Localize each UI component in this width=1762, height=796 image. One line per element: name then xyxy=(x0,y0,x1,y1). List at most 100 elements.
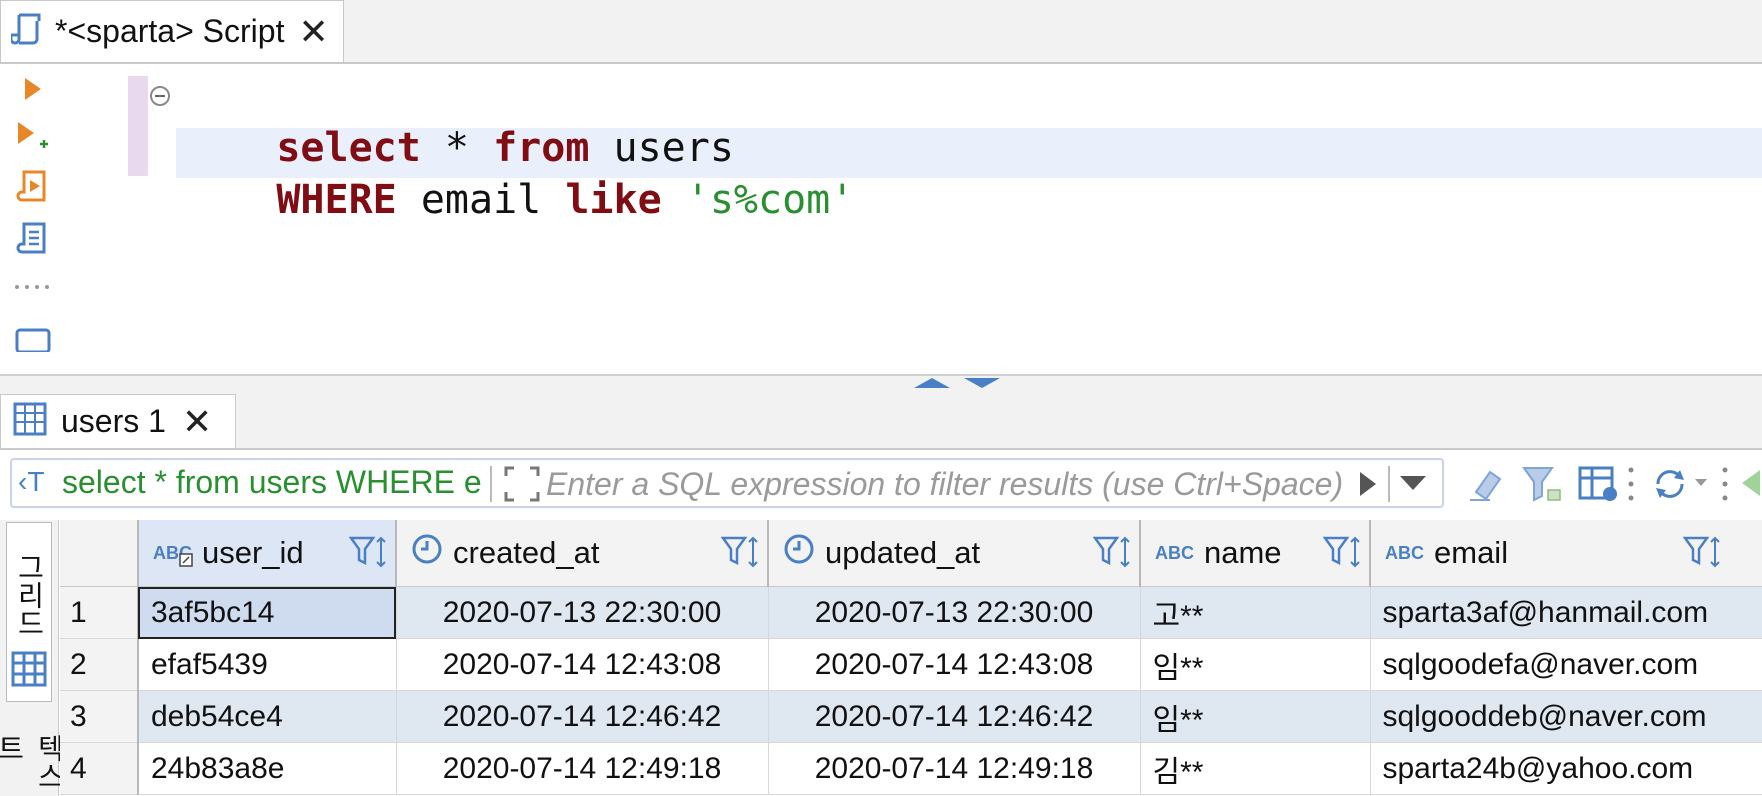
column-header-updated-at[interactable]: updated_at xyxy=(768,520,1141,587)
tab-results[interactable]: users 1 ✕ xyxy=(0,394,236,448)
cell-updated-at[interactable]: 2020-07-14 12:46:42 xyxy=(768,690,1141,743)
execute-statement-icon[interactable] xyxy=(8,66,58,112)
cell-updated-at[interactable]: 2020-07-14 12:49:18 xyxy=(768,742,1141,795)
refresh-icon[interactable] xyxy=(1650,464,1690,504)
execute-in-new-tab-icon[interactable] xyxy=(8,114,58,160)
cell-user-id[interactable]: efaf5439 xyxy=(138,638,397,691)
cell-email[interactable]: sqlgoodefa@naver.com xyxy=(1370,638,1762,691)
string-type-icon: ABC xyxy=(1385,542,1424,563)
more-vertical-icon[interactable] xyxy=(1628,466,1634,502)
column-email: email xyxy=(396,177,566,223)
table-row[interactable]: 4 24b83a8e 2020-07-14 12:49:18 2020-07-1… xyxy=(60,742,1762,795)
fold-icon[interactable] xyxy=(150,86,170,106)
cell-name[interactable]: 고** xyxy=(1140,586,1371,639)
column-filter-sort-icon[interactable] xyxy=(1682,534,1723,578)
eraser-icon[interactable] xyxy=(1466,464,1506,504)
editor-tab-bar: *<sparta> Script ✕ xyxy=(0,0,1762,64)
cell-created-at[interactable]: 2020-07-14 12:49:18 xyxy=(396,742,769,795)
tab-script[interactable]: *<sparta> Script ✕ xyxy=(0,0,344,62)
string-literal: 's%com' xyxy=(661,177,855,223)
row-number[interactable]: 2 xyxy=(60,638,139,691)
filter-input[interactable] xyxy=(544,462,1348,506)
column-header-created-at[interactable]: created_at xyxy=(396,520,769,587)
column-filter-sort-icon[interactable] xyxy=(348,534,389,578)
column-filter-sort-icon[interactable] xyxy=(1092,534,1133,578)
cell-created-at[interactable]: 2020-07-14 12:46:42 xyxy=(396,690,769,743)
text-cursor-icon: ‹T xyxy=(18,466,45,497)
cell-name[interactable]: 김** xyxy=(1140,742,1371,795)
cell-updated-at[interactable]: 2020-07-14 12:43:08 xyxy=(768,638,1141,691)
tab-text-view[interactable]: 텍스트 xyxy=(0,730,65,796)
code-line-2[interactable]: WHERE email like 's%com' xyxy=(180,128,854,272)
table-row[interactable]: 3 deb54ce4 2020-07-14 12:46:42 2020-07-1… xyxy=(60,690,1762,743)
chevron-down-icon[interactable] xyxy=(1398,474,1428,499)
chevron-down-icon[interactable] xyxy=(1694,478,1708,488)
cell-created-at[interactable]: 2020-07-14 12:43:08 xyxy=(396,638,769,691)
table-settings-icon[interactable] xyxy=(1578,464,1620,504)
column-name: name xyxy=(1204,535,1282,570)
clock-icon xyxy=(783,533,815,573)
sql-editor[interactable]: select * from users WHERE email like 's%… xyxy=(0,64,1762,374)
script-icon xyxy=(9,11,45,52)
column-name: created_at xyxy=(453,535,600,570)
results-table: ABC user_id created_at updated_at ABC na… xyxy=(60,520,1762,795)
filter-settings-icon[interactable] xyxy=(1522,464,1562,504)
row-number[interactable]: 4 xyxy=(60,742,139,795)
close-icon[interactable]: ✕ xyxy=(298,11,328,53)
cell-user-id[interactable]: 3af5bc14 xyxy=(138,586,397,639)
more-vertical-icon[interactable] xyxy=(1722,466,1728,502)
play-icon[interactable] xyxy=(1358,470,1378,503)
column-filter-sort-icon[interactable] xyxy=(720,534,761,578)
keyword-where: WHERE xyxy=(276,177,397,223)
panel-splitter[interactable] xyxy=(0,374,1762,394)
clock-icon xyxy=(411,533,443,573)
cell-user-id[interactable]: 24b83a8e xyxy=(138,742,397,795)
cell-user-id[interactable]: deb54ce4 xyxy=(138,690,397,743)
expand-icon[interactable] xyxy=(502,464,542,506)
tab-script-title: *<sparta> Script xyxy=(55,13,285,49)
header-row: ABC user_id created_at updated_at ABC na… xyxy=(60,520,1762,587)
filter-bar: ‹T select * from users WHERE email like … xyxy=(10,458,1444,508)
results-grid[interactable]: ABC user_id created_at updated_at ABC na… xyxy=(60,520,1762,796)
cell-updated-at[interactable]: 2020-07-13 22:30:00 xyxy=(768,586,1141,639)
tab-text-label: 텍스트 xyxy=(0,734,65,790)
terminal-icon[interactable] xyxy=(8,314,58,360)
cell-created-at[interactable]: 2020-07-13 22:30:00 xyxy=(396,586,769,639)
row-number[interactable]: 3 xyxy=(60,690,139,743)
arrow-left-icon[interactable] xyxy=(1738,468,1762,498)
key-icon xyxy=(179,552,193,567)
column-name: email xyxy=(1434,535,1509,570)
cell-email[interactable]: sqlgooddeb@naver.com xyxy=(1370,690,1762,743)
more-icon[interactable] xyxy=(8,264,58,310)
keyword-like: like xyxy=(565,177,662,223)
table-row[interactable]: 1 3af5bc14 2020-07-13 22:30:00 2020-07-1… xyxy=(60,586,1762,639)
result-tab-bar: users 1 ✕ xyxy=(0,392,1762,450)
column-filter-sort-icon[interactable] xyxy=(1322,534,1363,578)
string-type-icon: ABC xyxy=(153,543,193,567)
cell-name[interactable]: 임** xyxy=(1140,638,1371,691)
separator xyxy=(490,466,492,502)
query-preview[interactable]: select * from users WHERE email like 's%… xyxy=(62,464,482,501)
results-toolbar: ‹T select * from users WHERE email like … xyxy=(0,450,1762,520)
table-icon xyxy=(13,402,47,441)
close-icon[interactable]: ✕ xyxy=(182,401,212,443)
table-row[interactable]: 2 efaf5439 2020-07-14 12:43:08 2020-07-1… xyxy=(60,638,1762,691)
string-type-icon: ABC xyxy=(1155,542,1194,563)
column-header-email[interactable]: ABC email xyxy=(1370,520,1762,587)
grid-icon xyxy=(11,651,47,692)
tab-grid-view[interactable]: 그리드 xyxy=(6,522,52,702)
explain-plan-icon[interactable] xyxy=(8,216,58,262)
execute-script-icon[interactable] xyxy=(8,164,58,210)
column-header-user-id[interactable]: ABC user_id xyxy=(138,520,397,587)
row-number[interactable]: 1 xyxy=(60,586,139,639)
tab-grid-label: 그리드 xyxy=(14,553,45,637)
cell-name[interactable]: 임** xyxy=(1140,690,1371,743)
cell-email[interactable]: sparta3af@hanmail.com xyxy=(1370,586,1762,639)
tab-results-title: users 1 xyxy=(61,403,166,439)
row-number-header xyxy=(60,520,139,587)
line-marker xyxy=(128,76,148,176)
cell-email[interactable]: sparta24b@yahoo.com xyxy=(1370,742,1762,795)
view-mode-tabs: 그리드 텍스트 xyxy=(0,520,65,796)
column-header-name[interactable]: ABC name xyxy=(1140,520,1371,587)
separator xyxy=(1388,466,1390,502)
